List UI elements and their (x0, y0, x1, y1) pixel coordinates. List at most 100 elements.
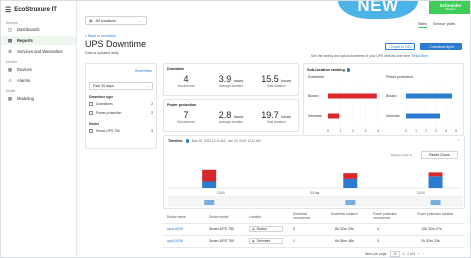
items-per-page-select[interactable]: 10 (390, 251, 400, 257)
info-icon[interactable] (346, 68, 351, 72)
column-header[interactable]: Location (249, 215, 261, 219)
previous-page-icon[interactable]: ‹ (418, 252, 419, 256)
checkbox-label: Smart-UPS 750 (96, 129, 120, 133)
period-select[interactable]: Past 30 days ⌄ (89, 82, 153, 90)
protection-event-bar (202, 181, 217, 188)
tick-label: 4 (377, 129, 379, 133)
tick-label: 2 (352, 129, 354, 133)
checkbox[interactable] (89, 102, 93, 106)
ranking-bar (328, 93, 377, 99)
sidebar-item-label: Devices (17, 67, 32, 72)
device-model-cell: Smart-UPS 750 (209, 239, 235, 243)
checkbox[interactable] (89, 111, 93, 115)
protection-duration-cell: 2h 51m 13s (421, 239, 440, 243)
items-per-page-label: Items per page: (365, 252, 388, 256)
ranking-protection-title: Power protection (386, 75, 413, 79)
column-header[interactable]: Power protection occurrences (373, 212, 407, 220)
new-badge-label: NEW (357, 0, 399, 15)
location-select-value: All locations (95, 18, 116, 23)
sidebar-item-devices[interactable]: ▩ Devices (1, 65, 76, 74)
filter-checkbox-power-protection[interactable]: Power protection 2 (89, 110, 153, 116)
dashboard-icon: ◫ (7, 26, 13, 32)
ranking-bar (328, 113, 340, 119)
protection-occurrences-cell: 4 (377, 227, 379, 231)
tick-label: 0 (405, 129, 407, 133)
downtime-occurrences-cell: 3 (293, 227, 295, 231)
protection-event-bar (343, 178, 358, 188)
chevron-up-icon[interactable]: ⌃ (457, 139, 460, 143)
timeline-tick-label: 12:00 (217, 191, 225, 195)
filter-panel: Reset filters Past 30 days ⌄ Downtime ty… (85, 63, 157, 149)
protection-total-stat: 19.7 hours Total duration (254, 110, 298, 124)
stat-unit: hours (281, 79, 291, 83)
row-divider (163, 235, 465, 236)
hamburger-menu-icon[interactable]: ☰ (5, 6, 11, 14)
reset-zoom-button[interactable]: Reset Zoom (421, 151, 458, 159)
reset-filters-link[interactable]: Reset filters (135, 69, 152, 73)
page-subtitle: Data is updated daily (85, 51, 119, 55)
export-csv-button[interactable]: ↓ Export to CSV (385, 43, 415, 50)
read-more-link[interactable]: Read More (412, 54, 428, 58)
column-header[interactable]: Device model (209, 215, 228, 219)
protection-stats-title: Power protection (167, 103, 197, 107)
column-header[interactable]: Downtime occurrences (293, 212, 323, 220)
row-divider (163, 223, 465, 224)
stat-value: 3.9 (218, 74, 232, 84)
sidebar-item-dashboards[interactable]: ◫ Dashboards (1, 25, 76, 34)
stat-value: 7 (183, 110, 189, 120)
tick-label: 1 (415, 129, 417, 133)
location-chip[interactable]: ◉ Boston (249, 226, 283, 232)
tab-sensor-plots[interactable]: Sensor plots (433, 21, 455, 28)
sidebar-item-services[interactable]: ⚙ Services and Warranties (1, 47, 76, 56)
location-icon: ◉ (89, 18, 93, 23)
next-page-icon[interactable]: › (422, 252, 423, 256)
column-header[interactable]: Downtime duration (331, 212, 361, 217)
filter-checkbox-downtimes[interactable]: Downtimes 2 (89, 101, 153, 107)
sidebar-item-label: Modeling (17, 96, 34, 101)
location-select[interactable]: ◉ All locations ⌄ (85, 16, 147, 25)
location-chip[interactable]: ◉ Denmark (249, 238, 283, 244)
stat-label: Average duration (218, 84, 244, 88)
device-name-link[interactable]: ups10035 (167, 227, 183, 231)
tick-label: 1 (340, 129, 342, 133)
drag-hint: Drag to zoom in (391, 153, 413, 157)
timeline-chart[interactable]: 12:00 03 Apr 12:00 (164, 136, 466, 210)
checkbox[interactable] (89, 129, 93, 133)
device-name-link[interactable]: ups10036 (167, 239, 183, 243)
protection-event-bar (428, 176, 443, 188)
sidebar-item-alarms[interactable]: ⚠ Alarms (1, 76, 76, 85)
stat-label: Occurrences (176, 120, 196, 124)
checkbox-label: Power protection (96, 111, 122, 115)
sidebar-item-label: Dashboards (17, 27, 40, 32)
filter-checkbox-smart-ups-750[interactable]: Smart-UPS 750 3 (89, 128, 153, 134)
protection-ranking-chart: 0 1 2 3 4 5 Boston Denmark (386, 86, 457, 133)
download-report-button[interactable]: ↓ Download report (420, 43, 462, 50)
location-icon: ◉ (252, 227, 255, 231)
filter-count: 2 (151, 102, 153, 106)
navigator-mark (345, 200, 356, 205)
tick-label: 3 (365, 129, 367, 133)
protection-occurrences-stat: 7 Occurrences (164, 110, 208, 124)
location-chip-label: Boston (256, 227, 268, 231)
info-icon[interactable] (185, 139, 190, 143)
stat-unit: hours (233, 79, 244, 83)
tab-sites[interactable]: Sites (418, 21, 427, 28)
brand-name: EcoStruxure IT (14, 7, 57, 13)
downtime-event-bar (428, 172, 443, 177)
stat-label: Average duration (218, 120, 244, 124)
sidebar-section-model: Model (6, 89, 16, 93)
back-to-inventory-link[interactable]: < Back to Inventory (85, 34, 116, 38)
new-badge: NEW (338, 0, 418, 19)
column-header[interactable]: Device name (167, 215, 186, 219)
tick-label: 0 (327, 129, 329, 133)
devices-table: Device name Device model Location Downti… (163, 212, 465, 257)
downtime-event-bar (343, 173, 358, 179)
protection-average-stat: 2.8 hours Average duration (209, 110, 253, 124)
category-label: Denmark (386, 114, 400, 118)
page-range: 1 - 2 of 2 (402, 252, 416, 256)
ranking-bar (406, 93, 452, 99)
sidebar-item-reports[interactable]: ▤ Reports (1, 36, 76, 45)
column-header[interactable]: Power protection duration (417, 212, 457, 217)
timeline-title: Timeline Nov 20, 2023 12:11 AM - Jan 19,… (168, 139, 260, 143)
sidebar-item-modeling[interactable]: ▦ Modeling (1, 94, 76, 103)
